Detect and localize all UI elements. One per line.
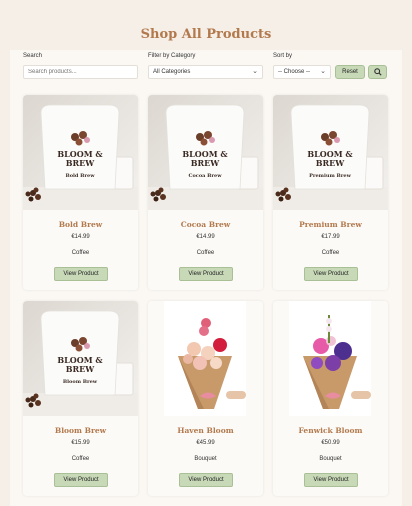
product-name[interactable]: Fenwick Bloom xyxy=(273,426,388,435)
product-category: Bouquet xyxy=(319,456,342,462)
product-card[interactable]: Fenwick Bloom €50.99 Bouquet View Produc… xyxy=(273,301,388,496)
view-product-button[interactable]: View Product xyxy=(304,473,358,487)
product-category: Coffee xyxy=(71,456,90,462)
search-button[interactable] xyxy=(368,65,387,79)
sort-select[interactable]: -- Choose -- ⌄ xyxy=(273,65,331,79)
search-label: Search xyxy=(23,53,43,59)
product-card[interactable]: BLOOM & BREW Cocoa Brew Cocoa Brew €14.9… xyxy=(148,95,263,290)
product-image: BLOOM & BREW Bold Brew xyxy=(23,95,138,210)
bag-product-text: Cocoa Brew xyxy=(188,173,222,179)
product-image xyxy=(273,301,388,416)
product-image: BLOOM & BREW Premium Brew xyxy=(273,95,388,210)
product-image: BLOOM & BREW Cocoa Brew xyxy=(148,95,263,210)
product-price: €45.99 xyxy=(196,440,215,446)
product-card[interactable]: BLOOM & BREW Bloom Brew Bloom Brew €15.9… xyxy=(23,301,138,496)
sort-select-value: -- Choose -- xyxy=(278,69,311,75)
product-category: Coffee xyxy=(71,250,90,256)
product-card[interactable]: Haven Bloom €45.99 Bouquet View Product xyxy=(148,301,263,496)
product-category: Coffee xyxy=(321,250,340,256)
view-product-button[interactable]: View Product xyxy=(179,267,233,281)
bag-product-text: Premium Brew xyxy=(309,173,351,179)
product-name[interactable]: Bloom Brew xyxy=(23,426,138,435)
category-label: Filter by Category xyxy=(148,53,196,59)
search-icon xyxy=(373,68,382,76)
sort-label: Sort by xyxy=(273,53,293,59)
product-name[interactable]: Premium Brew xyxy=(273,220,388,229)
bag-product-text: Bold Brew xyxy=(65,173,95,179)
product-image-wrap[interactable] xyxy=(148,301,263,416)
bag-logo-text: BREW xyxy=(316,158,346,168)
view-product-button[interactable]: View Product xyxy=(54,267,108,281)
product-price: €17.99 xyxy=(321,234,340,240)
product-image-wrap[interactable]: BLOOM & BREW Bloom Brew xyxy=(23,301,138,416)
view-product-button[interactable]: View Product xyxy=(304,267,358,281)
product-card[interactable]: BLOOM & BREW Premium Brew Premium Brew €… xyxy=(273,95,388,290)
product-name[interactable]: Bold Brew xyxy=(23,220,138,229)
product-price: €14.99 xyxy=(196,234,215,240)
view-product-button[interactable]: View Product xyxy=(179,473,233,487)
product-image-wrap[interactable]: BLOOM & BREW Bold Brew xyxy=(23,95,138,210)
product-image-wrap[interactable]: BLOOM & BREW Premium Brew xyxy=(273,95,388,210)
bag-logo-text: BREW xyxy=(66,158,96,168)
product-image-wrap[interactable]: BLOOM & BREW Cocoa Brew xyxy=(148,95,263,210)
bag-logo-text: BREW xyxy=(191,158,221,168)
product-image xyxy=(148,301,263,416)
main-panel: Search Filter by Category All Categories… xyxy=(10,50,402,506)
product-name[interactable]: Haven Bloom xyxy=(148,426,263,435)
chevron-down-icon: ⌄ xyxy=(320,68,326,75)
bag-product-text: Bloom Brew xyxy=(63,379,98,385)
chevron-down-icon: ⌄ xyxy=(252,68,258,75)
view-product-button[interactable]: View Product xyxy=(54,473,108,487)
page-title: Shop All Products xyxy=(140,27,272,42)
product-price: €50.99 xyxy=(321,440,340,446)
product-price: €15.99 xyxy=(71,440,90,446)
bag-logo-text: BREW xyxy=(66,364,96,374)
search-input-wrap xyxy=(23,65,138,79)
product-price: €14.99 xyxy=(71,234,90,240)
category-select[interactable]: All Categories ⌄ xyxy=(148,65,263,79)
product-card[interactable]: BLOOM & BREW Bold Brew Bold Brew €14.99 … xyxy=(23,95,138,290)
product-category: Coffee xyxy=(196,250,215,256)
category-select-value: All Categories xyxy=(153,69,191,75)
product-name[interactable]: Cocoa Brew xyxy=(148,220,263,229)
reset-button[interactable]: Reset xyxy=(335,65,365,79)
search-input[interactable] xyxy=(28,69,137,75)
product-image: BLOOM & BREW Bloom Brew xyxy=(23,301,138,416)
product-category: Bouquet xyxy=(194,456,217,462)
product-image-wrap[interactable] xyxy=(273,301,388,416)
